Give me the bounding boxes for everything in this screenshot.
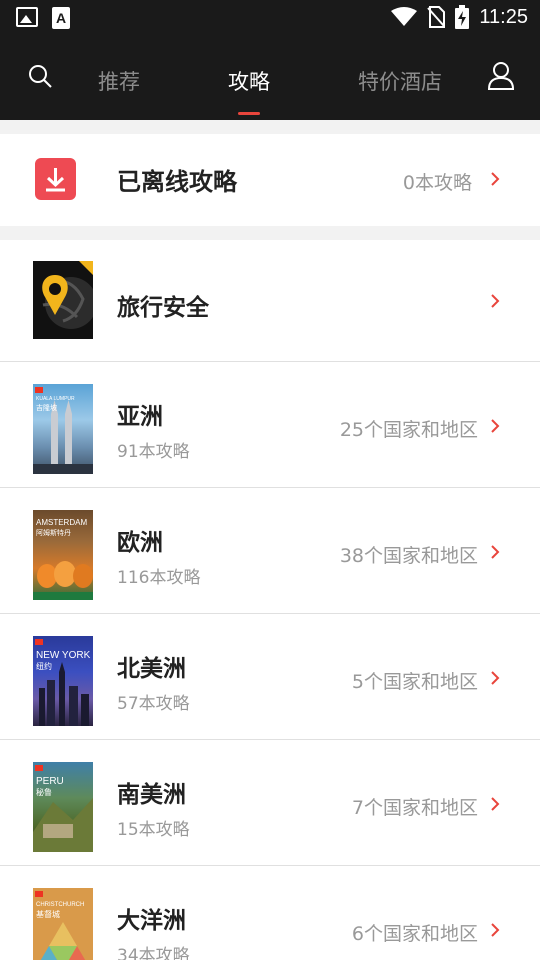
travel-safety-title: 旅行安全 xyxy=(117,295,209,321)
chevron-right-icon xyxy=(491,797,500,811)
south-america-country-count: 7个国家和地区 xyxy=(351,797,478,819)
asia-cover-caption: KUALA LUMPUR xyxy=(36,396,75,402)
europe-cover-subcaption: 阿姆斯特丹 xyxy=(36,529,71,537)
battery-charging-icon xyxy=(455,5,470,29)
user-icon[interactable] xyxy=(488,62,514,90)
guides-list: 旅行安全 KUALA LUMPUR 吉隆坡 亚洲 91本攻略 25个国家和地区 … xyxy=(0,240,540,960)
north-america-cover-thumbnail: NEW YORK 纽约 xyxy=(33,636,93,726)
europe-title: 欧洲 xyxy=(117,530,163,556)
oceania-cover-caption: CHRISTCHURCH xyxy=(36,902,85,908)
oceania-cover-thumbnail: CHRISTCHURCH 基督城 xyxy=(33,888,93,960)
europe-country-count: 38个国家和地区 xyxy=(339,545,478,567)
list-item-north-america[interactable]: NEW YORK 纽约 北美洲 57本攻略 5个国家和地区 xyxy=(0,614,540,740)
europe-cover-thumbnail: AMSTERDAM 阿姆斯特丹 xyxy=(33,510,93,600)
chevron-right-icon xyxy=(491,419,500,433)
europe-cover-caption: AMSTERDAM xyxy=(36,518,88,527)
oceania-title: 大洋洲 xyxy=(117,908,186,934)
asia-cover-subcaption: 吉隆坡 xyxy=(36,404,57,412)
list-item-travel-safety[interactable]: 旅行安全 xyxy=(0,240,540,362)
download-icon xyxy=(35,158,76,200)
tab-guides[interactable]: 攻略 xyxy=(228,66,270,96)
tab-recommend[interactable]: 推荐 xyxy=(98,66,140,96)
chevron-right-icon xyxy=(491,545,500,559)
gallery-notification-icon xyxy=(16,7,38,27)
oceania-country-count: 6个国家和地区 xyxy=(351,923,478,945)
offline-guides-row[interactable]: 已离线攻略 0本攻略 xyxy=(0,134,540,226)
chevron-right-icon xyxy=(491,294,500,308)
asia-guide-count: 91本攻略 xyxy=(117,442,190,462)
europe-guide-count: 116本攻略 xyxy=(117,568,201,588)
oceania-cover-subcaption: 基督城 xyxy=(36,910,60,919)
north-america-cover-caption: NEW YORK xyxy=(36,650,91,661)
south-america-cover-thumbnail: PERU 秘鲁 xyxy=(33,762,93,852)
asia-cover-thumbnail: KUALA LUMPUR 吉隆坡 xyxy=(33,384,93,474)
list-item-oceania[interactable]: CHRISTCHURCH 基督城 大洋洲 34本攻略 6个国家和地区 xyxy=(0,866,540,960)
south-america-cover-caption: PERU xyxy=(36,776,64,787)
asia-title: 亚洲 xyxy=(117,404,163,430)
no-sim-icon xyxy=(427,6,446,28)
travel-safety-thumbnail xyxy=(33,261,93,339)
offline-guides-title: 已离线攻略 xyxy=(117,168,237,196)
offline-guides-count: 0本攻略 xyxy=(402,172,472,194)
status-bar: A 11:25 xyxy=(0,0,540,36)
list-item-asia[interactable]: KUALA LUMPUR 吉隆坡 亚洲 91本攻略 25个国家和地区 xyxy=(0,362,540,488)
tab-hotel-deals[interactable]: 特价酒店 xyxy=(358,66,442,96)
oceania-guide-count: 34本攻略 xyxy=(117,946,190,960)
top-nav: 推荐 攻略 特价酒店 xyxy=(0,36,540,120)
chevron-right-icon xyxy=(491,923,500,937)
active-tab-indicator xyxy=(238,112,260,115)
wifi-icon xyxy=(391,7,418,26)
south-america-guide-count: 15本攻略 xyxy=(117,820,190,840)
chevron-right-icon xyxy=(491,671,500,685)
text-notification-icon: A xyxy=(52,7,70,29)
list-item-europe[interactable]: AMSTERDAM 阿姆斯特丹 欧洲 116本攻略 38个国家和地区 xyxy=(0,488,540,614)
north-america-cover-subcaption: 纽约 xyxy=(36,662,52,671)
chevron-right-icon xyxy=(491,172,500,186)
list-item-south-america[interactable]: PERU 秘鲁 南美洲 15本攻略 7个国家和地区 xyxy=(0,740,540,866)
status-time: 11:25 xyxy=(479,5,528,28)
north-america-country-count: 5个国家和地区 xyxy=(351,671,478,693)
south-america-cover-subcaption: 秘鲁 xyxy=(36,788,52,797)
north-america-guide-count: 57本攻略 xyxy=(117,694,190,714)
search-icon[interactable] xyxy=(28,64,54,90)
south-america-title: 南美洲 xyxy=(117,782,186,808)
asia-country-count: 25个国家和地区 xyxy=(339,419,478,441)
north-america-title: 北美洲 xyxy=(117,656,186,682)
